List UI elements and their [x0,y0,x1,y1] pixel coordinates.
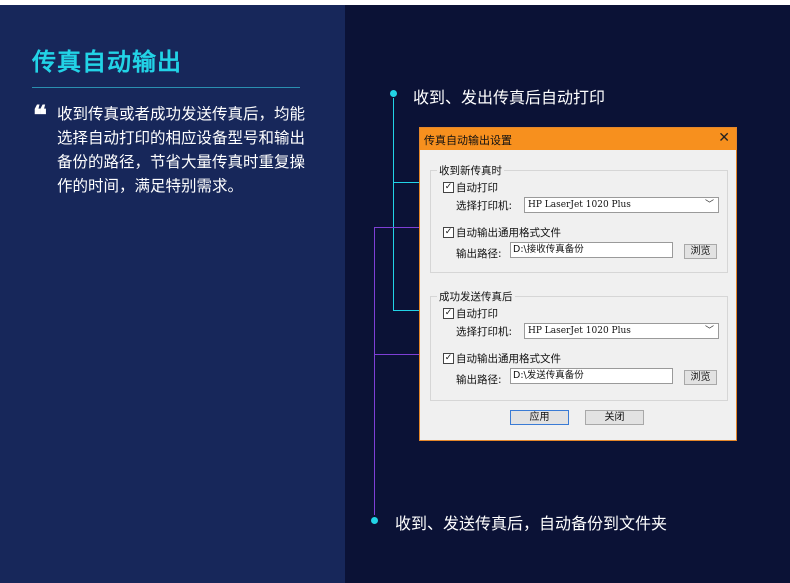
send-auto-export-label: 自动输出通用格式文件 [456,353,561,365]
feature-description: 收到传真或者成功发送传真后，均能选择自动打印的相应设备型号和输出备份的路径，节省… [57,105,306,195]
print-connector-bottom [393,310,421,311]
receive-path-value: D:\接收传真备份 [513,244,584,255]
send-printer-select[interactable]: HP LaserJet 1020 Plus ﹀ [524,323,719,339]
dialog-title: 传真自动输出设置 [424,134,512,147]
receive-group-label: 收到新传真时 [437,163,504,178]
send-auto-print-label: 自动打印 [456,308,498,320]
send-printer-label: 选择打印机: [456,326,513,338]
receive-printer-select[interactable]: HP LaserJet 1020 Plus ﹀ [524,197,719,213]
send-group: 成功发送传真后 ✓ 自动打印 选择打印机: HP LaserJet 1020 P… [430,289,728,401]
send-printer-value: HP LaserJet 1020 Plus [528,326,631,336]
backup-callout-bullet [371,517,378,524]
send-group-label: 成功发送传真后 [437,289,515,304]
close-icon[interactable]: ✕ [718,130,730,146]
title-divider [32,87,300,88]
receive-path-label: 输出路径: [456,248,502,260]
receive-auto-export-label: 自动输出通用格式文件 [456,227,561,239]
backup-connector-vertical [374,227,375,515]
checkmark-icon: ✓ [443,308,454,319]
print-callout-text: 收到、发出传真后自动打印 [413,88,606,107]
print-callout-bullet [390,90,397,97]
left-panel [0,5,345,583]
receive-browse-button[interactable]: 浏览 [684,244,717,259]
close-button[interactable]: 关闭 [585,410,644,425]
chevron-down-icon: ﹀ [704,326,714,336]
receive-auto-export-checkbox[interactable]: ✓ 自动输出通用格式文件 [443,225,561,240]
backup-connector-top [374,227,421,228]
print-connector-top [393,182,421,183]
dialog-titlebar: 传真自动输出设置 ✕ [420,128,736,150]
receive-printer-value: HP LaserJet 1020 Plus [528,200,631,210]
send-path-input[interactable]: D:\发送传真备份 [510,368,673,384]
receive-auto-print-checkbox[interactable]: ✓ 自动打印 [443,180,498,195]
checkmark-icon: ✓ [443,353,454,364]
fax-output-settings-dialog: 传真自动输出设置 ✕ 收到新传真时 ✓ 自动打印 选择打印机: HP Laser… [419,127,737,441]
apply-button[interactable]: 应用 [510,410,569,425]
send-auto-print-checkbox[interactable]: ✓ 自动打印 [443,306,498,321]
send-auto-export-checkbox[interactable]: ✓ 自动输出通用格式文件 [443,351,561,366]
checkmark-icon: ✓ [443,227,454,238]
chevron-down-icon: ﹀ [704,200,714,210]
receive-printer-label: 选择打印机: [456,200,513,212]
page-title: 传真自动输出 [32,48,182,76]
send-path-value: D:\发送传真备份 [513,370,584,381]
receive-path-input[interactable]: D:\接收传真备份 [510,242,673,258]
backup-callout-text: 收到、发送传真后，自动备份到文件夹 [395,514,668,533]
print-connector-vertical [393,98,394,310]
receive-auto-print-label: 自动打印 [456,182,498,194]
send-browse-button[interactable]: 浏览 [684,370,717,385]
quote-icon: ❝ [33,101,47,131]
backup-connector-bottom [374,354,421,355]
send-path-label: 输出路径: [456,374,502,386]
receive-group: 收到新传真时 ✓ 自动打印 选择打印机: HP LaserJet 1020 Pl… [430,163,728,273]
checkmark-icon: ✓ [443,182,454,193]
